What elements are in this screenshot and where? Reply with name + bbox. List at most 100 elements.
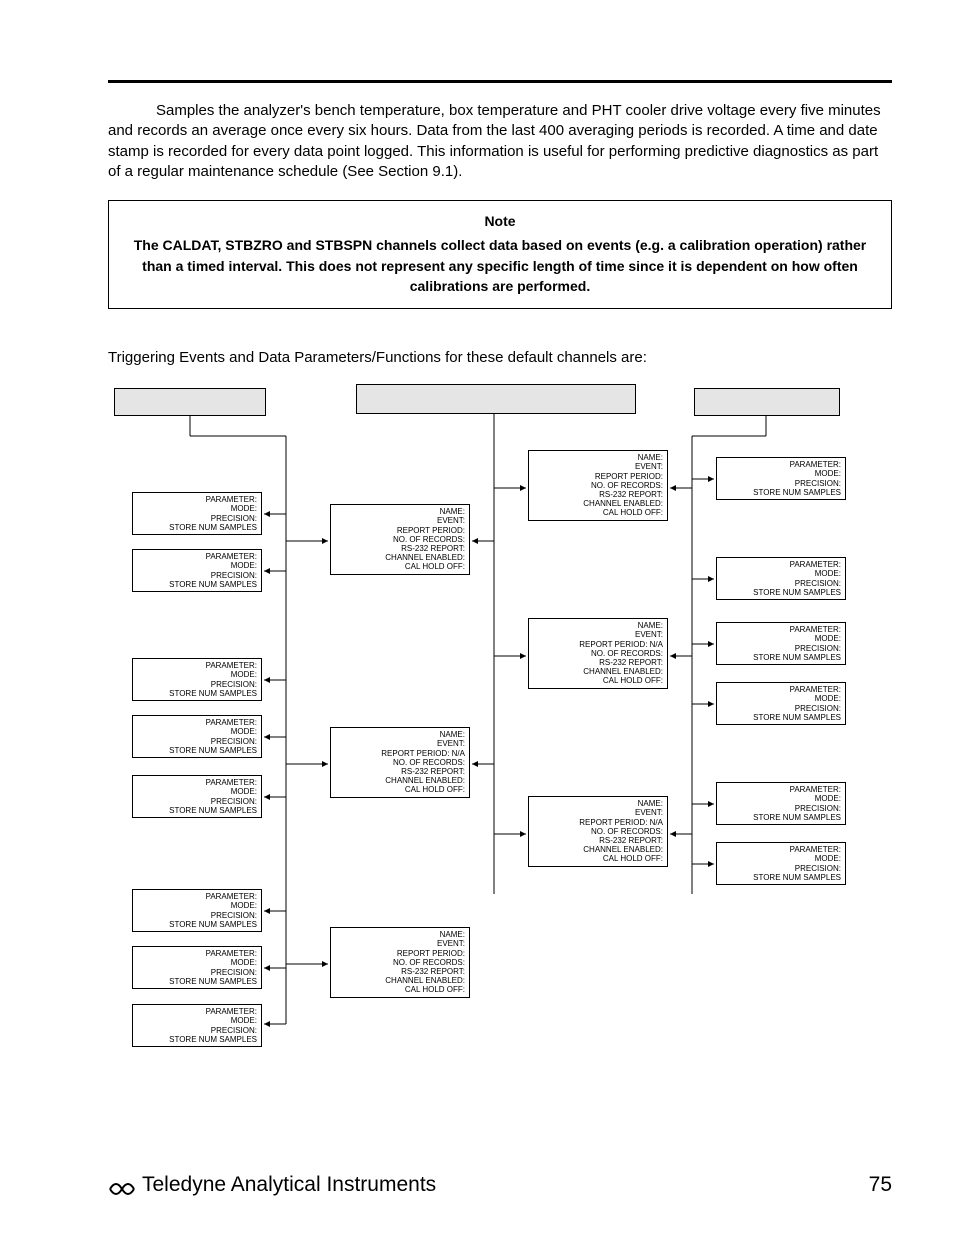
footer-page-number: 75: [869, 1173, 892, 1197]
channel-box: NAME: EVENT: REPORT PERIOD: NO. OF RECOR…: [330, 504, 470, 574]
intro-text: Samples the analyzer's bench temperature…: [108, 102, 881, 180]
note-title: Note: [127, 211, 873, 231]
field: PRECISION:: [721, 579, 841, 588]
teledyne-logo-icon: [108, 1175, 136, 1195]
field: EVENT:: [335, 739, 465, 748]
field: CAL HOLD OFF:: [335, 985, 465, 994]
field: RS-232 REPORT:: [335, 767, 465, 776]
field: MODE:: [137, 958, 257, 967]
field: CAL HOLD OFF:: [533, 854, 663, 863]
field: NAME:: [533, 453, 663, 462]
field: RS-232 REPORT:: [533, 658, 663, 667]
field: NAME:: [533, 799, 663, 808]
diagram-header-right: [694, 388, 840, 416]
field: NAME:: [335, 730, 465, 739]
field: REPORT PERIOD:: [533, 472, 663, 481]
field: NO. OF RECORDS:: [533, 827, 663, 836]
channel-box: NAME: EVENT: REPORT PERIOD: NO. OF RECOR…: [528, 450, 668, 520]
param-box: PARAMETER: MODE: PRECISION: STORE NUM SA…: [132, 549, 262, 592]
field: CHANNEL ENABLED:: [335, 553, 465, 562]
field: PARAMETER:: [137, 552, 257, 561]
field: NAME:: [335, 507, 465, 516]
field: CHANNEL ENABLED:: [533, 499, 663, 508]
field: MODE:: [721, 469, 841, 478]
field: PARAMETER:: [721, 560, 841, 569]
param-box: PARAMETER: MODE: PRECISION: STORE NUM SA…: [716, 682, 846, 725]
field: PRECISION:: [721, 704, 841, 713]
field: PRECISION:: [137, 571, 257, 580]
channel-box: NAME: EVENT: REPORT PERIOD: N/A NO. OF R…: [528, 618, 668, 688]
field: PARAMETER:: [137, 718, 257, 727]
param-box: PARAMETER: MODE: PRECISION: STORE NUM SA…: [132, 775, 262, 818]
field: PARAMETER:: [137, 661, 257, 670]
field: EVENT:: [335, 516, 465, 525]
field: STORE NUM SAMPLES: [137, 806, 257, 815]
top-rule: [108, 80, 892, 83]
channel-box: NAME: EVENT: REPORT PERIOD: N/A NO. OF R…: [330, 727, 470, 797]
field: STORE NUM SAMPLES: [721, 488, 841, 497]
field: MODE:: [721, 854, 841, 863]
field: CHANNEL ENABLED:: [335, 976, 465, 985]
field: NO. OF RECORDS:: [533, 649, 663, 658]
field: MODE:: [721, 634, 841, 643]
param-box: PARAMETER: MODE: PRECISION: STORE NUM SA…: [716, 557, 846, 600]
field: PARAMETER:: [137, 949, 257, 958]
field: MODE:: [137, 1016, 257, 1025]
field: CAL HOLD OFF:: [533, 676, 663, 685]
field: PARAMETER:: [721, 785, 841, 794]
field: REPORT PERIOD:: [335, 949, 465, 958]
field: PRECISION:: [721, 804, 841, 813]
param-box: PARAMETER: MODE: PRECISION: STORE NUM SA…: [716, 782, 846, 825]
field: CHANNEL ENABLED:: [335, 776, 465, 785]
field: RS-232 REPORT:: [335, 544, 465, 553]
field: EVENT:: [533, 462, 663, 471]
field: STORE NUM SAMPLES: [721, 713, 841, 722]
field: CHANNEL ENABLED:: [533, 845, 663, 854]
field: PRECISION:: [137, 911, 257, 920]
field: REPORT PERIOD: N/A: [335, 749, 465, 758]
field: PARAMETER:: [137, 495, 257, 504]
field: MODE:: [137, 901, 257, 910]
field: NAME:: [533, 621, 663, 630]
field: PARAMETER:: [137, 892, 257, 901]
field: PARAMETER:: [721, 460, 841, 469]
channel-box: NAME: EVENT: REPORT PERIOD: N/A NO. OF R…: [528, 796, 668, 866]
field: MODE:: [137, 561, 257, 570]
field: RS-232 REPORT:: [335, 967, 465, 976]
field: PARAMETER:: [721, 845, 841, 854]
note-box: Note The CALDAT, STBZRO and STBSPN chann…: [108, 200, 892, 309]
param-box: PARAMETER: MODE: PRECISION: STORE NUM SA…: [716, 842, 846, 885]
field: EVENT:: [533, 630, 663, 639]
field: EVENT:: [533, 808, 663, 817]
field: CAL HOLD OFF:: [533, 508, 663, 517]
intro-paragraph: Samples the analyzer's bench temperature…: [108, 101, 892, 182]
param-box: PARAMETER: MODE: PRECISION: STORE NUM SA…: [132, 492, 262, 535]
field: EVENT:: [335, 939, 465, 948]
field: NO. OF RECORDS:: [335, 535, 465, 544]
field: PRECISION:: [721, 644, 841, 653]
param-box: PARAMETER: MODE: PRECISION: STORE NUM SA…: [132, 1004, 262, 1047]
field: PARAMETER:: [137, 778, 257, 787]
field: STORE NUM SAMPLES: [137, 746, 257, 755]
field: MODE:: [137, 504, 257, 513]
param-box: PARAMETER: MODE: PRECISION: STORE NUM SA…: [716, 622, 846, 665]
param-box: PARAMETER: MODE: PRECISION: STORE NUM SA…: [132, 658, 262, 701]
field: STORE NUM SAMPLES: [721, 813, 841, 822]
field: MODE:: [137, 787, 257, 796]
field: RS-232 REPORT:: [533, 490, 663, 499]
field: PRECISION:: [137, 737, 257, 746]
trigger-intro: Triggering Events and Data Parameters/Fu…: [108, 349, 892, 366]
field: STORE NUM SAMPLES: [137, 689, 257, 698]
field: PRECISION:: [721, 864, 841, 873]
field: PRECISION:: [137, 680, 257, 689]
field: NAME:: [335, 930, 465, 939]
note-body: The CALDAT, STBZRO and STBSPN channels c…: [127, 235, 873, 296]
field: MODE:: [137, 727, 257, 736]
field: PARAMETER:: [137, 1007, 257, 1016]
field: STORE NUM SAMPLES: [137, 580, 257, 589]
field: REPORT PERIOD:: [335, 526, 465, 535]
field: NO. OF RECORDS:: [335, 958, 465, 967]
field: PRECISION:: [137, 1026, 257, 1035]
field: MODE:: [137, 670, 257, 679]
field: STORE NUM SAMPLES: [137, 523, 257, 532]
